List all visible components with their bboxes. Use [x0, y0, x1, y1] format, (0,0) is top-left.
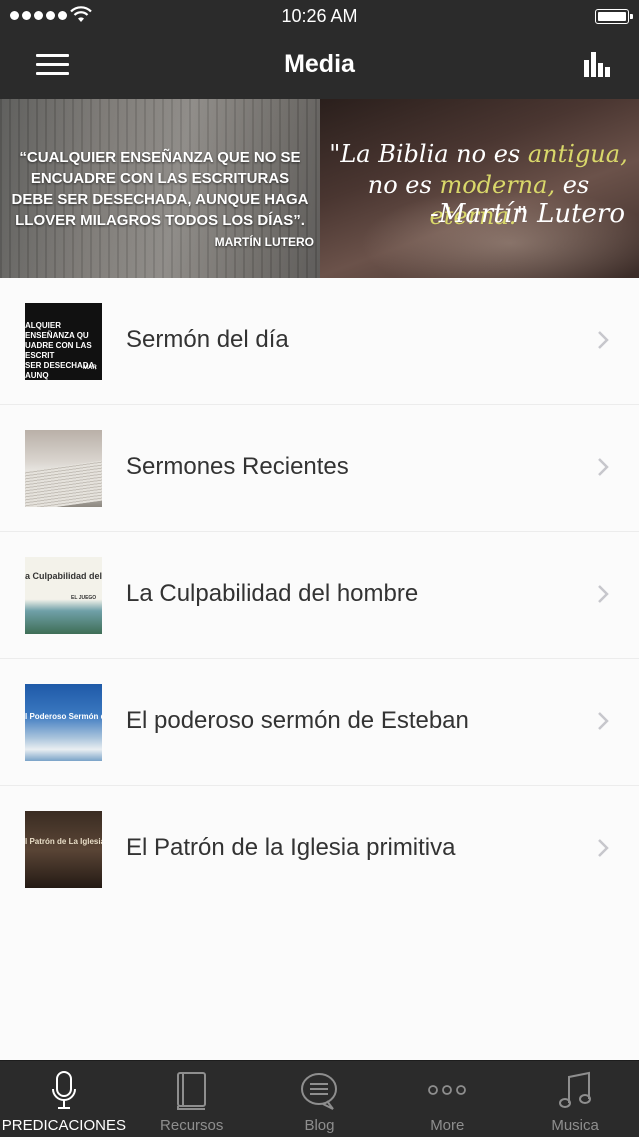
list-item[interactable]: ALQUIER ENSEÑANZA QU UADRE CON LAS ESCRI… — [0, 278, 639, 405]
navigation-bar: Media — [0, 32, 639, 99]
chevron-right-icon — [598, 458, 609, 476]
tab-label: PREDICACIONES — [1, 1117, 126, 1134]
banner-left-quote: “CUALQUIER ENSEÑANZA QUE NO SE ENCUADRE … — [11, 149, 309, 229]
chevron-right-icon — [598, 331, 609, 349]
tab-recursos[interactable]: Recursos — [128, 1061, 256, 1137]
tab-label: More — [430, 1117, 465, 1134]
list-item-thumbnail: a Culpabilidad del Hombr EL JUEGO — [25, 557, 102, 634]
tab-musica[interactable]: Musica — [511, 1061, 639, 1137]
header-banner: “CUALQUIER ENSEÑANZA QUE NO SE ENCUADRE … — [0, 99, 639, 278]
tab-bar: PREDICACIONES Recursos Blog More Musica — [0, 1060, 639, 1137]
banner-right-author: -Martín Lutero — [429, 199, 625, 229]
tab-label: Musica — [551, 1117, 599, 1134]
book-icon — [176, 1072, 206, 1110]
chevron-right-icon — [598, 712, 609, 730]
music-note-icon — [559, 1071, 592, 1108]
list-item[interactable]: l Poderoso Sermón de Esteba El poderoso … — [0, 659, 639, 786]
banner-left-author: MARTÍN LUTERO — [214, 235, 314, 249]
list-item[interactable]: Sermones Recientes — [0, 405, 639, 532]
battery-icon — [595, 9, 633, 24]
tab-blog[interactable]: Blog — [256, 1061, 384, 1137]
list-item[interactable]: l Patrón de La Iglesia Primi El Patrón d… — [0, 786, 639, 912]
tab-label: Recursos — [160, 1117, 224, 1134]
list-item-thumbnail: l Poderoso Sermón de Esteba — [25, 684, 102, 761]
list-item[interactable]: a Culpabilidad del Hombr EL JUEGO La Cul… — [0, 532, 639, 659]
tab-more[interactable]: More — [383, 1061, 511, 1137]
chevron-right-icon — [598, 839, 609, 857]
list-item-thumbnail — [25, 430, 102, 507]
ellipsis-icon — [428, 1085, 467, 1095]
status-time: 10:26 AM — [281, 6, 358, 26]
list-item-title: Sermones Recientes — [126, 453, 349, 480]
chevron-right-icon — [598, 585, 609, 603]
bar-chart-icon[interactable] — [583, 50, 613, 78]
microphone-icon — [51, 1071, 76, 1109]
media-list: ALQUIER ENSEÑANZA QU UADRE CON LAS ESCRI… — [0, 278, 639, 912]
list-item-title: La Culpabilidad del hombre — [126, 580, 419, 607]
banner-right-image: "La Biblia no es antigua, no es moderna,… — [320, 99, 639, 278]
tab-predicaciones[interactable]: PREDICACIONES — [0, 1061, 128, 1137]
page-title: Media — [284, 50, 355, 78]
list-item-title: El Patrón de la Iglesia primitiva — [126, 834, 456, 861]
banner-left-image: “CUALQUIER ENSEÑANZA QUE NO SE ENCUADRE … — [0, 99, 320, 278]
list-item-thumbnail: ALQUIER ENSEÑANZA QU UADRE CON LAS ESCRI… — [25, 303, 102, 380]
list-item-title: El poderoso sermón de Esteban — [126, 707, 469, 734]
chat-bubble-icon — [301, 1073, 338, 1110]
status-bar: 10:26 AM — [0, 0, 639, 32]
list-item-title: Sermón del día — [126, 326, 289, 353]
tab-label: Blog — [304, 1117, 335, 1134]
list-item-thumbnail: l Patrón de La Iglesia Primi — [25, 811, 102, 888]
